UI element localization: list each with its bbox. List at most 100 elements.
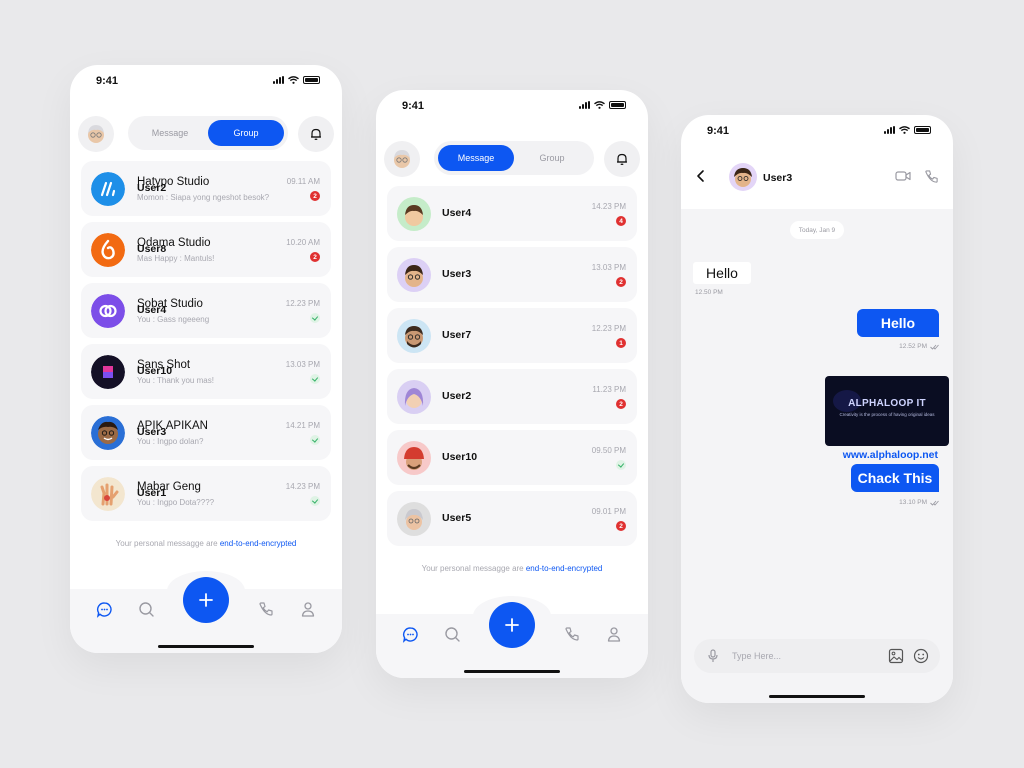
chat-time: 14.23 PM <box>285 482 320 491</box>
odama-logo-icon <box>91 233 125 267</box>
double-check-icon <box>930 500 939 506</box>
list-item[interactable]: User7 12.23 PM 1 <box>387 308 637 363</box>
emoji-icon[interactable] <box>913 648 929 669</box>
apik-avatar-icon <box>91 416 125 450</box>
bottom-nav <box>70 571 342 653</box>
unread-badge: 2 <box>310 191 320 201</box>
tab-switcher: Message Group <box>434 141 594 175</box>
message-time: 13.10 PM <box>899 499 939 506</box>
chat-user: User10 <box>442 451 478 463</box>
profile-icon[interactable] <box>299 600 317 618</box>
encryption-link[interactable]: end-to-end-encrypted <box>220 539 297 548</box>
contact-avatar[interactable] <box>729 163 757 191</box>
notification-button[interactable] <box>604 141 640 177</box>
message-link[interactable]: www.alphaloop.net <box>843 449 938 461</box>
battery-icon <box>914 126 931 134</box>
encryption-note: Your personal messagge are end-to-end-en… <box>421 564 603 573</box>
group-list: Hatypo Studio User2 Momon : Siapa yong n… <box>81 161 331 527</box>
chat-icon[interactable] <box>401 625 419 643</box>
sansshot-logo-icon <box>91 355 125 389</box>
tab-message[interactable]: Message <box>438 145 514 171</box>
status-time: 9:41 <box>96 75 119 87</box>
group-list-screen: 9:41 Message Group Hatypo Studio User2 M… <box>70 65 342 653</box>
incoming-message: Hello <box>693 262 751 284</box>
mabar-hand-icon <box>91 477 125 511</box>
chat-time: 14.21 PM <box>285 421 320 430</box>
list-item[interactable]: Hatypo Studio User2 Momon : Siapa yong n… <box>81 161 331 216</box>
chat-icon[interactable] <box>95 600 113 618</box>
tab-message[interactable]: Message <box>132 120 208 146</box>
chevron-left-icon <box>697 170 704 182</box>
memoji-avatar-icon <box>397 441 431 475</box>
chat-user: User7 <box>442 329 472 341</box>
tab-group[interactable]: Group <box>208 120 284 146</box>
list-item[interactable]: Sans Shot User10 You : Thank you mas! 13… <box>81 344 331 399</box>
search-icon[interactable] <box>443 625 461 643</box>
battery-icon <box>303 76 320 84</box>
read-check-icon <box>310 435 320 445</box>
unread-badge: 2 <box>310 252 320 262</box>
contact-name: User3 <box>763 172 793 184</box>
unread-badge: 2 <box>616 521 626 531</box>
unread-badge: 4 <box>616 216 626 226</box>
chat-time: 09.50 PM <box>591 446 626 455</box>
image-subtitle: Creativity is the process of having orig… <box>839 412 935 417</box>
video-call-button[interactable] <box>895 169 911 188</box>
memoji-avatar-icon <box>397 502 431 536</box>
unread-badge: 2 <box>616 399 626 409</box>
date-separator: Today, Jan 9 <box>790 221 844 239</box>
chat-time: 09.11 AM <box>286 177 320 186</box>
new-chat-button[interactable] <box>489 602 535 648</box>
gallery-icon[interactable] <box>888 648 904 669</box>
chat-user: User5 <box>442 512 472 524</box>
memoji-icon <box>394 150 410 168</box>
chat-time: 11.23 PM <box>592 385 626 394</box>
voice-call-button[interactable] <box>924 169 939 189</box>
message-input-bar: Type Here... <box>694 639 940 673</box>
list-item[interactable]: User3 13.03 PM 2 <box>387 247 637 302</box>
chat-preview: You : Ingpo Dota???? <box>137 498 215 507</box>
chat-preview: Mas Happy : Mantuls! <box>137 254 215 263</box>
chat-preview: Momon : Siapa yong ngeshot besok? <box>137 193 270 202</box>
list-item[interactable]: User2 11.23 PM 2 <box>387 369 637 424</box>
chat-time: 13.03 PM <box>285 360 320 369</box>
profile-icon[interactable] <box>605 625 623 643</box>
list-item[interactable]: APIK APIKAN User3 You : Ingpo dolan? 14.… <box>81 405 331 460</box>
outgoing-message: Hello <box>857 309 939 337</box>
chat-preview: You : Ingpo dolan? <box>137 437 204 446</box>
status-bar: 9:41 <box>70 73 342 89</box>
phone-icon[interactable] <box>563 625 581 643</box>
double-check-icon <box>930 344 939 350</box>
new-chat-button[interactable] <box>183 577 229 623</box>
signal-icon <box>273 76 284 84</box>
chat-body: Today, Jan 9 Hello 12.50 PM Hello 12.52 … <box>681 209 953 703</box>
tab-group[interactable]: Group <box>514 145 590 171</box>
list-item[interactable]: Odama Studio User8 Mas Happy : Mantuls! … <box>81 222 331 277</box>
list-item[interactable]: User5 09.01 PM 2 <box>387 491 637 546</box>
chat-preview: You : Gass ngeeeng <box>137 315 210 324</box>
wifi-icon <box>288 76 299 84</box>
list-item[interactable]: User10 09.50 PM <box>387 430 637 485</box>
profile-avatar[interactable] <box>78 116 114 152</box>
wifi-icon <box>899 126 910 134</box>
back-button[interactable] <box>695 169 707 188</box>
unread-badge: 2 <box>616 277 626 287</box>
message-input[interactable]: Type Here... <box>732 651 781 661</box>
message-list: User4 14.23 PM 4 User3 13.03 PM 2 User7 … <box>387 186 637 552</box>
chat-user: User4 <box>442 207 472 219</box>
shared-image[interactable]: ALPHALOOP IT Creativity is the process o… <box>825 376 949 446</box>
profile-avatar[interactable] <box>384 141 420 177</box>
list-item[interactable]: Mabar Geng User1 You : Ingpo Dota???? 14… <box>81 466 331 521</box>
wifi-icon <box>594 101 605 109</box>
plus-icon <box>199 593 213 607</box>
notification-button[interactable] <box>298 116 334 152</box>
video-camera-icon <box>895 171 911 181</box>
list-item[interactable]: Sobat Studio User4 You : Gass ngeeeng 12… <box>81 283 331 338</box>
phone-icon[interactable] <box>257 600 275 618</box>
encryption-link[interactable]: end-to-end-encrypted <box>526 564 603 573</box>
list-item[interactable]: User4 14.23 PM 4 <box>387 186 637 241</box>
memoji-icon <box>734 168 752 187</box>
microphone-icon[interactable] <box>708 649 718 668</box>
search-icon[interactable] <box>137 600 155 618</box>
chat-time: 09.01 PM <box>591 507 626 516</box>
